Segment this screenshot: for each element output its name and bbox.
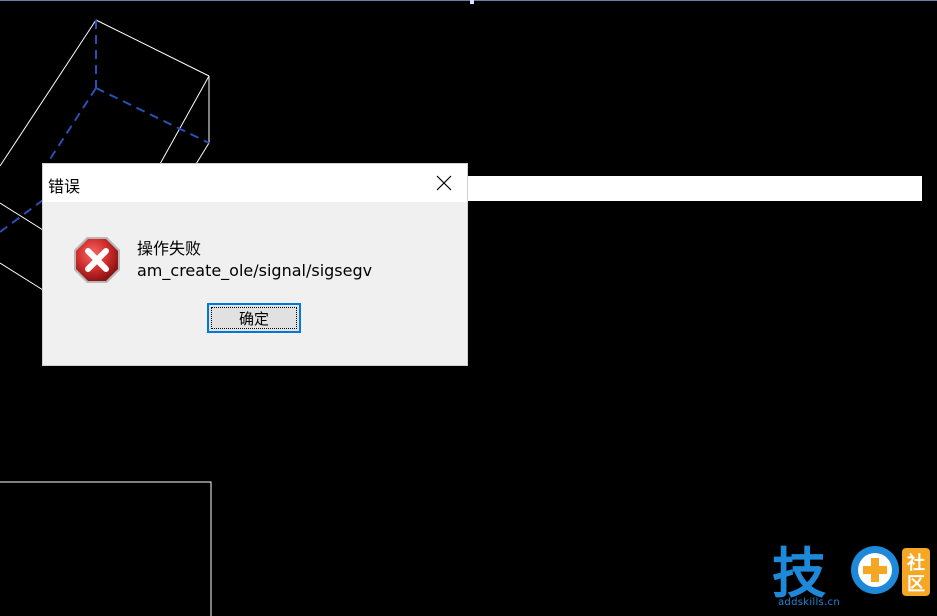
box-hidden-edge bbox=[42, 87, 97, 171]
box-edge bbox=[95, 19, 210, 77]
dialog-titlebar[interactable]: 错误 bbox=[43, 164, 467, 202]
error-message-title: 操作失败 bbox=[137, 239, 202, 258]
ok-button-label: 确定 bbox=[238, 309, 269, 328]
watermark-logo: 技 社 区 bbox=[772, 542, 930, 605]
box-hidden-edge bbox=[95, 87, 210, 144]
watermark-domain: addskills.cn bbox=[778, 597, 840, 608]
box-edge bbox=[0, 202, 44, 231]
dialog-title: 错误 bbox=[48, 177, 81, 196]
ok-button[interactable]: 确定 bbox=[207, 303, 301, 333]
cad-workspace[interactable]: 错误 操作失败 am_create_ole/signal/sigsegv 确定 … bbox=[0, 0, 937, 616]
close-icon bbox=[436, 175, 452, 191]
error-icon bbox=[74, 237, 120, 283]
box-edge bbox=[159, 75, 210, 165]
box-edge bbox=[0, 262, 44, 291]
watermark-side-char-bottom: 区 bbox=[907, 574, 925, 595]
watermark-side-char-top: 社 bbox=[907, 552, 925, 574]
box-edge bbox=[0, 19, 97, 167]
box-edge bbox=[195, 142, 210, 165]
error-dialog: 错误 操作失败 am_create_ole/signal/sigsegv 确定 bbox=[43, 164, 467, 365]
top-marker bbox=[470, 0, 474, 4]
site-watermark: 技 社 区 addskills.cn bbox=[772, 540, 932, 612]
watermark-main-char: 技 bbox=[772, 542, 826, 600]
close-button[interactable] bbox=[421, 164, 467, 202]
error-message-detail: am_create_ole/signal/sigsegv bbox=[137, 261, 373, 280]
rectangle-outline bbox=[0, 481, 212, 616]
command-line-bar[interactable] bbox=[467, 176, 922, 201]
